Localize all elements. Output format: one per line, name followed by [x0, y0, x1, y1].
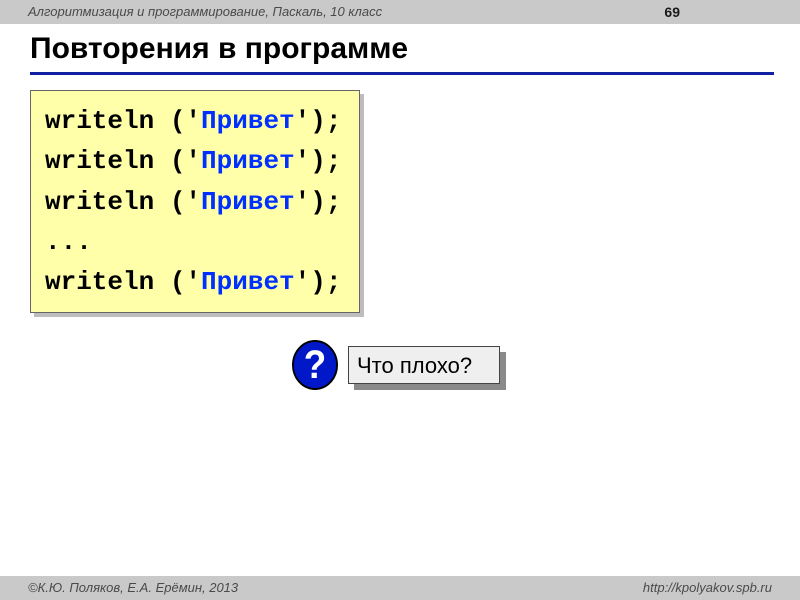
slide-footer-bar: ©К.Ю. Поляков, Е.А. Ерёмин, 2013 http://…	[0, 576, 800, 600]
copyright-text: ©К.Ю. Поляков, Е.А. Ерёмин, 2013	[28, 580, 238, 595]
code-block: writeln ('Привет'); writeln ('Привет'); …	[30, 90, 360, 313]
page-title: Повторения в программе	[30, 32, 774, 75]
code-line: writeln ('Привет');	[45, 187, 341, 217]
callout-text: Что плохо?	[357, 353, 472, 378]
slide: Алгоритмизация и программирование, Паска…	[0, 0, 800, 600]
code-line: writeln ('Привет');	[45, 267, 341, 297]
code-line: writeln ('Привет');	[45, 146, 341, 176]
course-title: Алгоритмизация и программирование, Паска…	[28, 4, 382, 19]
slide-header-bar: Алгоритмизация и программирование, Паска…	[0, 0, 800, 24]
code-ellipsis: ...	[45, 227, 92, 257]
callout-box: Что плохо?	[348, 346, 500, 384]
code-line: writeln ('Привет');	[45, 106, 341, 136]
page-number: 69	[664, 0, 680, 24]
code-block-content: writeln ('Привет'); writeln ('Привет'); …	[30, 90, 360, 313]
site-url: http://kpolyakov.spb.ru	[643, 576, 772, 600]
question-mark-icon: ?	[292, 340, 338, 390]
